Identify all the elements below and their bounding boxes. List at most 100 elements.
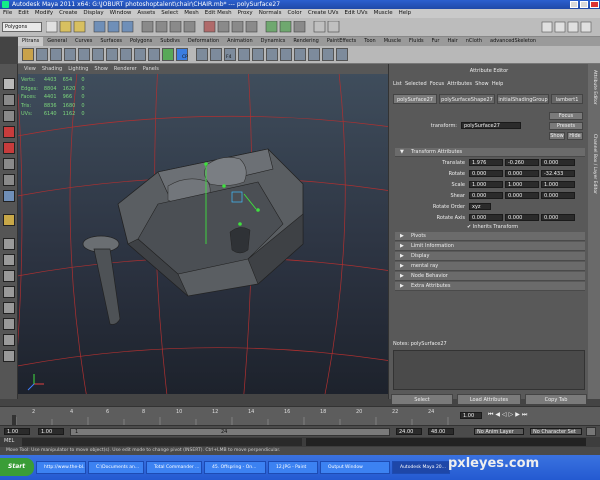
start-time-field[interactable]: 1.00 [4,428,30,435]
layout-four-icon[interactable] [3,254,15,266]
tab-dynamics[interactable]: Dynamics [257,37,290,46]
menu-edit-uvs[interactable]: Edit UVs [345,10,368,16]
shelf-tool-icon[interactable] [294,48,306,61]
menu-mesh[interactable]: Mesh [184,10,198,16]
shelf-tool-icon[interactable] [280,48,292,61]
shelf-tool-icon[interactable] [50,48,62,61]
ae-tab-polysurfaceshape[interactable]: polySurfaceShape27 [439,94,495,104]
scale-tool-icon[interactable] [3,158,15,170]
shelf-tool-icon[interactable] [196,48,208,61]
shelf-tool-icon[interactable] [36,48,48,61]
frame-pivots[interactable]: ▶ Pivots [395,232,585,241]
shear-y-field[interactable]: 0.000 [505,192,539,199]
rotate-axis-z-field[interactable]: 0.000 [541,214,575,221]
tab-pltrans[interactable]: Pltrans [18,37,44,46]
ae-tab-polysurface[interactable]: polySurface27 [393,94,437,104]
close-button[interactable] [590,1,599,8]
current-frame-field[interactable]: 1.00 [460,412,482,419]
play-back-icon[interactable]: ◁ [502,411,509,418]
tab-advancedskeleton[interactable]: advancedSkeleton [486,37,540,46]
viewport-menu-panels[interactable]: Panels [143,66,159,72]
tab-polygons[interactable]: Polygons [126,37,156,46]
notes-textarea[interactable] [393,350,585,390]
taskbar-item[interactable]: Output Window [320,461,390,474]
taskbar-item[interactable]: http://www.the-bl... [36,461,86,474]
tab-muscle[interactable]: Muscle [380,37,405,46]
menu-muscle[interactable]: Muscle [374,10,393,16]
shelf-tool-icon[interactable] [92,48,104,61]
shelf-tool-icon[interactable] [238,48,250,61]
playback-end-field[interactable]: 24.00 [396,428,422,435]
layout-hypershade-icon[interactable] [3,318,15,330]
playback-controls[interactable]: ⏮◀◁▷▶⏭ [488,411,598,421]
tab-rendering[interactable]: Rendering [289,37,323,46]
tab-hair[interactable]: Hair [443,37,461,46]
taskbar-item[interactable]: C:\Documents an... [88,461,144,474]
manipulator-tool-icon[interactable] [3,174,15,186]
menu-proxy[interactable]: Proxy [238,10,253,16]
shear-z-field[interactable]: 0.000 [541,192,575,199]
load-attributes-button[interactable]: Load Attributes [457,394,521,405]
rotate-axis-x-field[interactable]: 0.000 [469,214,503,221]
panel-toggle-icons[interactable] [540,21,595,33]
menu-color[interactable]: Color [287,10,301,16]
shelf-tool-icon[interactable] [106,48,118,61]
menu-edit[interactable]: Edit [18,10,29,16]
ae-menu-focus[interactable]: Focus [430,81,444,87]
command-language-label[interactable]: MEL [4,438,14,444]
side-tab-attribute-editor[interactable]: Attribute Editor [591,70,597,105]
menu-set-dropdown[interactable]: Polygons [2,22,42,32]
ae-menu-show[interactable]: Show [475,81,489,87]
anim-layer-dropdown[interactable]: No Anim Layer [474,428,524,435]
taskbar-item-active[interactable]: Autodesk Maya 20... [392,461,450,474]
rotate-axis-y-field[interactable]: 0.000 [505,214,539,221]
layout-persp-outliner-icon[interactable] [3,286,15,298]
tab-painteffects[interactable]: PaintEffects [323,37,360,46]
shelf-tool-icon[interactable] [336,48,348,61]
presets-button[interactable]: Presets [549,122,583,130]
menu-edit-mesh[interactable]: Edit Mesh [205,10,232,16]
menu-normals[interactable]: Normals [259,10,282,16]
taskbar-item[interactable]: Total Commander ... [146,461,202,474]
tab-deformation[interactable]: Deformation [184,37,223,46]
hide-button[interactable]: Hide [567,132,583,140]
layout-uv-icon[interactable] [3,334,15,346]
rotate-z-field[interactable]: -32.433 [541,170,575,177]
rotate-y-field[interactable]: 0.000 [505,170,539,177]
layout-graph-icon[interactable] [3,302,15,314]
layout-side-icon[interactable] [3,270,15,282]
side-tab-channel-box[interactable]: Channel Box / Layer Editor [591,134,597,194]
focus-button[interactable]: Focus [549,112,583,120]
shelf-tool-icon[interactable] [162,48,174,61]
shear-x-field[interactable]: 0.000 [469,192,503,199]
menu-create-uvs[interactable]: Create UVs [308,10,339,16]
menu-modify[interactable]: Modify [35,10,53,16]
shelf-tool-icon[interactable] [134,48,146,61]
viewport-menu-view[interactable]: View [24,66,36,72]
frame-limit-information[interactable]: ▶ Limit Information [395,242,585,251]
taskbar-item[interactable]: 45. Offspring - On... [204,461,266,474]
perspective-viewport[interactable]: Verts: 4403 654 0 Edges: 8804 1620 0 Faces: 440… [18,74,388,394]
shelf-tool-icon[interactable] [78,48,90,61]
tab-toon[interactable]: Toon [360,37,380,46]
start-button[interactable]: Start [0,458,34,476]
shelf-tool-icon[interactable] [308,48,320,61]
tab-surfaces[interactable]: Surfaces [96,37,126,46]
layout-single-icon[interactable] [3,238,15,250]
copy-tab-button[interactable]: Copy Tab [525,394,587,405]
maximize-button[interactable] [580,1,588,8]
end-time-field[interactable]: 48.00 [428,428,454,435]
translate-z-field[interactable]: 0.000 [541,159,575,166]
menu-display[interactable]: Display [83,10,103,16]
translate-y-field[interactable]: -0.260 [505,159,539,166]
scale-z-field[interactable]: 1.000 [541,181,575,188]
ae-menu-help[interactable]: Help [492,81,503,87]
rotate-tool-icon[interactable] [3,142,15,154]
frame-mental-ray[interactable]: ▶ mental ray [395,262,585,271]
tab-subdivs[interactable]: Subdivs [156,37,184,46]
playback-start-field[interactable]: 1.00 [38,428,64,435]
frame-display[interactable]: ▶ Display [395,252,585,261]
time-slider[interactable]: 2 4 6 8 10 12 14 16 18 20 22 24 1.00 ⏮◀◁… [0,406,600,426]
lasso-tool-icon[interactable] [3,94,15,106]
viewport-menu-renderer[interactable]: Renderer [114,66,137,72]
